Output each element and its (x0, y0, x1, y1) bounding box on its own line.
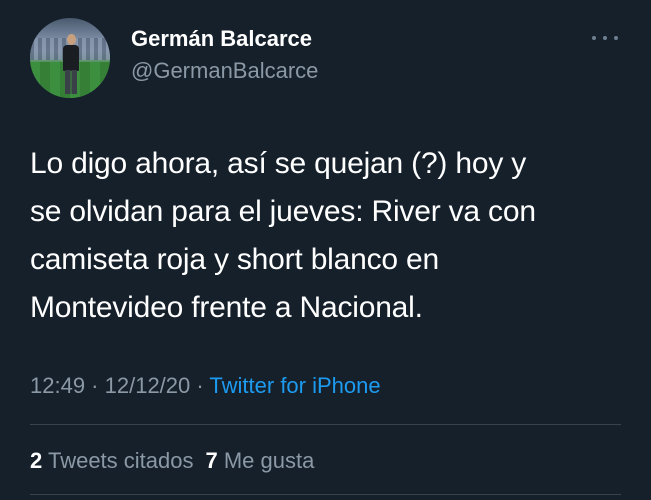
tweet-stats: 2 Tweets citados 7 Me gusta (30, 448, 314, 474)
divider (30, 424, 621, 425)
quote-tweets-stat[interactable]: 2 Tweets citados (30, 448, 193, 473)
meta-separator: · (85, 373, 105, 398)
more-dots-icon (614, 36, 618, 40)
likes-stat[interactable]: 7 Me gusta (205, 448, 314, 473)
likes-count: 7 (205, 448, 218, 473)
meta-separator: · (190, 373, 210, 398)
tweet-text-line: Montevideo frente a Nacional. (30, 291, 423, 324)
avatar-person (63, 34, 79, 94)
author-name[interactable]: Germán Balcarce (131, 26, 312, 52)
more-dots-icon (603, 36, 607, 40)
tweet-date[interactable]: 12/12/20 (105, 373, 191, 398)
avatar-legs (65, 70, 77, 94)
avatar-head (67, 34, 76, 45)
more-dots-icon (592, 36, 596, 40)
quote-tweets-count: 2 (30, 448, 43, 473)
avatar-body (63, 45, 79, 71)
tweet-text-line: Lo digo ahora, así se quejan (?) hoy y (30, 147, 527, 180)
tweet-card: Germán Balcarce @GermanBalcarce Lo digo … (0, 0, 651, 500)
tweet-meta: 12:49 · 12/12/20 · Twitter for iPhone (30, 373, 381, 399)
more-options-button[interactable] (592, 30, 618, 46)
tweet-time[interactable]: 12:49 (30, 373, 85, 398)
author-handle[interactable]: @GermanBalcarce (131, 58, 318, 84)
divider (30, 494, 621, 495)
likes-label: Me gusta (223, 448, 315, 473)
tweet-text-line: camiseta roja y short blanco en (30, 243, 440, 276)
avatar[interactable] (30, 18, 110, 98)
quote-tweets-label: Tweets citados (47, 448, 194, 473)
tweet-text-line: se olvidan para el jueves: River va con (30, 195, 536, 228)
tweet-text: Lo digo ahora, así se quejan (?) hoy y s… (30, 140, 630, 332)
tweet-source-link[interactable]: Twitter for iPhone (209, 373, 380, 398)
